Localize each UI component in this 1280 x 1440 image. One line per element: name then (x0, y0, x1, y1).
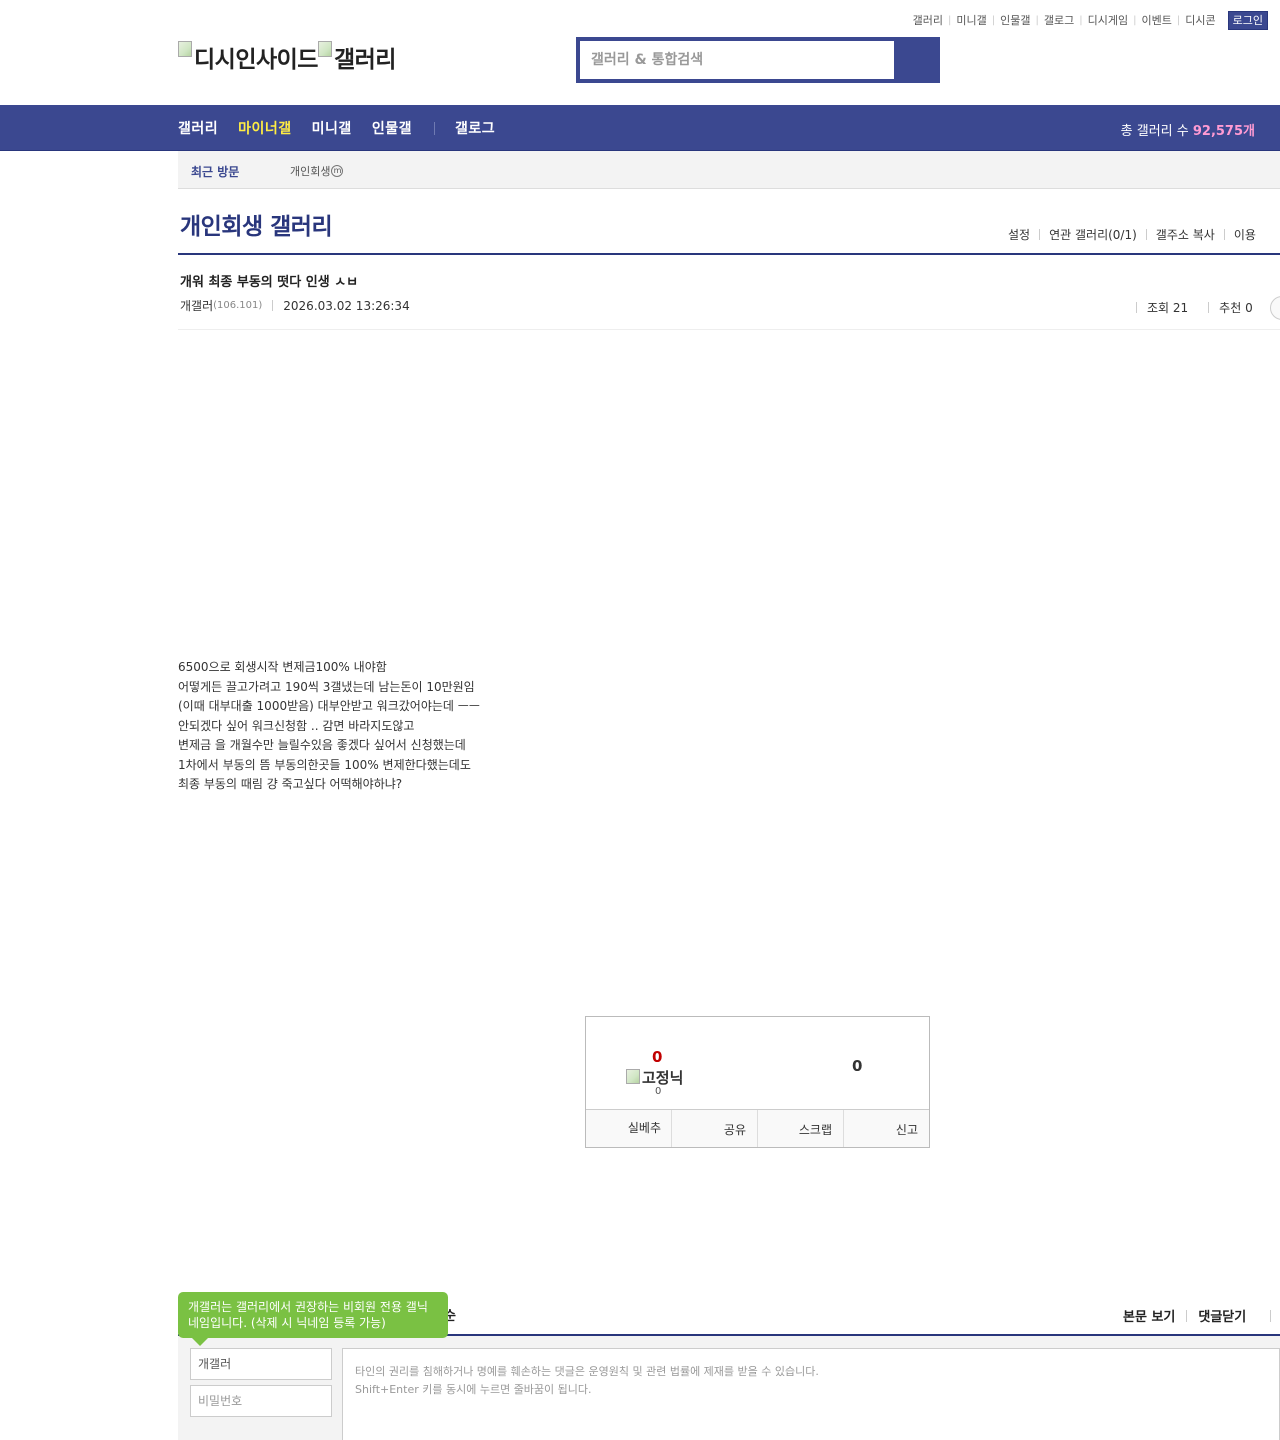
broken-image-icon (626, 1069, 640, 1084)
close-comments-button[interactable]: 댓글닫기 (1198, 1306, 1246, 1325)
top-link-persongall[interactable]: 인물갤 (995, 14, 1035, 27)
login-button[interactable]: 로그인 (1227, 11, 1268, 30)
post-body-line: (이때 대부대출 1000받음) 대부안받고 워크갔어야는데 ㅡㅡ (178, 699, 480, 713)
minor-gallery-badge-icon: m (331, 165, 344, 177)
comment-form: 개갤러 비밀번호 타인의 권리를 침해하거나 명예를 훼손하는 댓글은 운영원칙… (178, 1336, 1280, 1440)
divider (1270, 1309, 1272, 1322)
search-button[interactable] (898, 41, 936, 79)
post-date: 2026.03.02 13:26:34 (283, 298, 410, 313)
divider (272, 300, 274, 311)
scrap-button[interactable]: 스크랩 (758, 1110, 844, 1147)
post-body-line: 6500으로 회생시작 변제금100% 내야함 (178, 660, 387, 674)
report-button[interactable]: 신고 (844, 1110, 929, 1147)
top-link-gallery[interactable]: 갤러리 (908, 14, 948, 27)
related-gallery-link[interactable]: 연관 갤러리(0/1) (1049, 226, 1137, 243)
search-icon (898, 41, 936, 79)
search-field-wrap (580, 41, 894, 79)
top-link-dcgame[interactable]: 디시게임 (1083, 14, 1133, 27)
top-link-dccon[interactable]: 디시콘 (1180, 14, 1220, 27)
recent-visits-title: 최근 방문 (191, 165, 240, 179)
search-input[interactable] (580, 41, 894, 79)
upvote-count: 0 (652, 1048, 663, 1066)
downvote-count: 0 (852, 1057, 863, 1075)
gallery-header-rule (178, 253, 1280, 255)
post-body-line: 안되겠다 싶어 워크신청함 .. 감면 바라지도않고 (178, 718, 415, 733)
divider (1223, 229, 1225, 240)
fixed-nick-count: 0 (655, 1086, 662, 1097)
logo-dcinside-alt: 디시인사이드 (194, 47, 318, 73)
recommend-box: 0 고정닉 0 0 실베추 공유 스크랩 신고 (585, 1016, 930, 1148)
share-button[interactable]: 공유 (672, 1110, 758, 1147)
comment-textarea-hint-line2: Shift+Enter 키를 동시에 누르면 줄바꿈이 됩니다. (355, 1383, 592, 1396)
nav-item-mini-gallery[interactable]: 미니갤 (312, 118, 352, 138)
post-views: 조회 21 (1147, 301, 1189, 315)
comment-textarea-hint-line1: 타인의 권리를 침해하거나 명예를 훼손하는 댓글은 운영원칙 및 관련 법률에… (355, 1365, 819, 1378)
comment-textarea[interactable]: 타인의 권리를 침해하거나 명예를 훼손하는 댓글은 운영원칙 및 관련 법률에… (342, 1348, 1280, 1440)
post-body-line: 1차에서 부동의 뜸 부동의한곳들 100% 변제한다했는데도 (178, 757, 471, 772)
gallery-title[interactable]: 개인회생 갤러리 (180, 207, 333, 241)
post-stats: 조회 21 추천 0 (1136, 299, 1253, 316)
main-nav: 갤러리 마이너갤 미니갤 인물갤 갤로그 총 갤러리 수 92,575개 (0, 105, 1280, 151)
post-body: 6500으로 회생시작 변제금100% 내야함 어떻게든 끌고가려고 190씩 … (178, 658, 480, 795)
recent-visits-bar: 최근 방문 개인회생 m (178, 151, 1280, 189)
nav-menu: 갤러리 마이너갤 미니갤 인물갤 갤로그 (178, 105, 515, 151)
fixed-nick-upvote-button[interactable]: 고정닉 (626, 1067, 683, 1088)
post-author[interactable]: 개갤러 (180, 297, 213, 314)
search-bar (576, 37, 940, 83)
post-body-line: 어떻게든 끌고가려고 190씩 3갤냈는데 남는돈이 10만원임 (178, 679, 475, 694)
total-count-label: 총 갤러리 수 (1120, 124, 1189, 139)
gallery-settings-link[interactable]: 설정 (1008, 226, 1030, 243)
nav-divider (433, 121, 435, 135)
top-link-gallog[interactable]: 갤로그 (1039, 14, 1079, 27)
post-author-ip: (106.101) (213, 300, 263, 311)
post-body-line: 최종 부동의 때림 걍 죽고싶다 어떡해야하냐? (178, 777, 403, 791)
real-best-button[interactable]: 실베추 (586, 1110, 672, 1147)
comment-header-actions: 본문 보기 댓글닫기 (1123, 1306, 1272, 1325)
nav-item-gallery[interactable]: 갤러리 (178, 118, 218, 138)
divider (1186, 1309, 1188, 1322)
post-share-circle-button[interactable] (1270, 296, 1280, 320)
post-body-line: 변제금 을 개월수만 늘릴수있음 좋겠다 싶어서 신청했는데 (178, 738, 466, 752)
post-recommend-count: 추천 0 (1219, 301, 1253, 315)
guest-nick-tooltip: 개갤러는 갤러리에서 권장하는 비회원 전용 갤닉네임입니다. (삭제 시 닉네… (178, 1292, 448, 1346)
divider (1136, 302, 1137, 313)
divider (1145, 229, 1147, 240)
broken-image-icon (317, 41, 332, 57)
scrap-label: 스크랩 (798, 1123, 832, 1137)
total-gallery-count: 총 갤러리 수 92,575개 (1121, 120, 1255, 139)
view-body-button[interactable]: 본문 보기 (1123, 1306, 1175, 1325)
recommend-actions: 실베추 공유 스크랩 신고 (586, 1109, 929, 1147)
divider (1208, 302, 1210, 313)
comment-password-field[interactable]: 비밀번호 (190, 1385, 332, 1417)
top-links: 갤러리 | 미니갤 | 인물갤 | 갤로그 | 디시게임 | 이벤트 | 디시콘 로그인 (908, 11, 1268, 30)
report-label: 신고 (895, 1123, 918, 1137)
broken-image-icon (178, 41, 192, 57)
site-logo[interactable]: 디시인사이드 갤러리 (178, 40, 396, 74)
divider (1039, 229, 1041, 240)
gallery-usage-link[interactable]: 이용 (1234, 226, 1256, 243)
comment-name-field[interactable]: 개갤러 (190, 1348, 332, 1380)
top-link-event[interactable]: 이벤트 (1137, 14, 1177, 27)
total-count-value: 92,575개 (1192, 124, 1255, 139)
top-link-minigall[interactable]: 미니갤 (951, 14, 991, 27)
nav-item-minor-gallery[interactable]: 마이너갤 (238, 118, 292, 138)
fixed-nick-alt-text: 고정닉 (642, 1069, 684, 1087)
share-label: 공유 (723, 1123, 746, 1137)
recent-visit-label: 개인회생 (290, 165, 331, 178)
copy-gallery-address-link[interactable]: 갤주소 복사 (1156, 226, 1215, 243)
post-meta: 개갤러 (106.101) 2026.03.02 13:26:34 (180, 297, 410, 314)
gallery-menu: 설정 연관 갤러리(0/1) 갤주소 복사 이용 (1008, 226, 1256, 243)
logo-gallery-alt: 갤러리 (333, 47, 396, 73)
real-best-label: 실베추 (627, 1121, 661, 1135)
nav-item-person-gallery[interactable]: 인물갤 (372, 118, 412, 138)
nav-item-gallog[interactable]: 갤로그 (455, 118, 495, 138)
post-header-rule (178, 329, 1280, 330)
post-title: 개워 최종 부동의 떳다 인생 ㅅㅂ (180, 275, 359, 290)
recent-visit-item[interactable]: 개인회생 m (290, 163, 344, 179)
